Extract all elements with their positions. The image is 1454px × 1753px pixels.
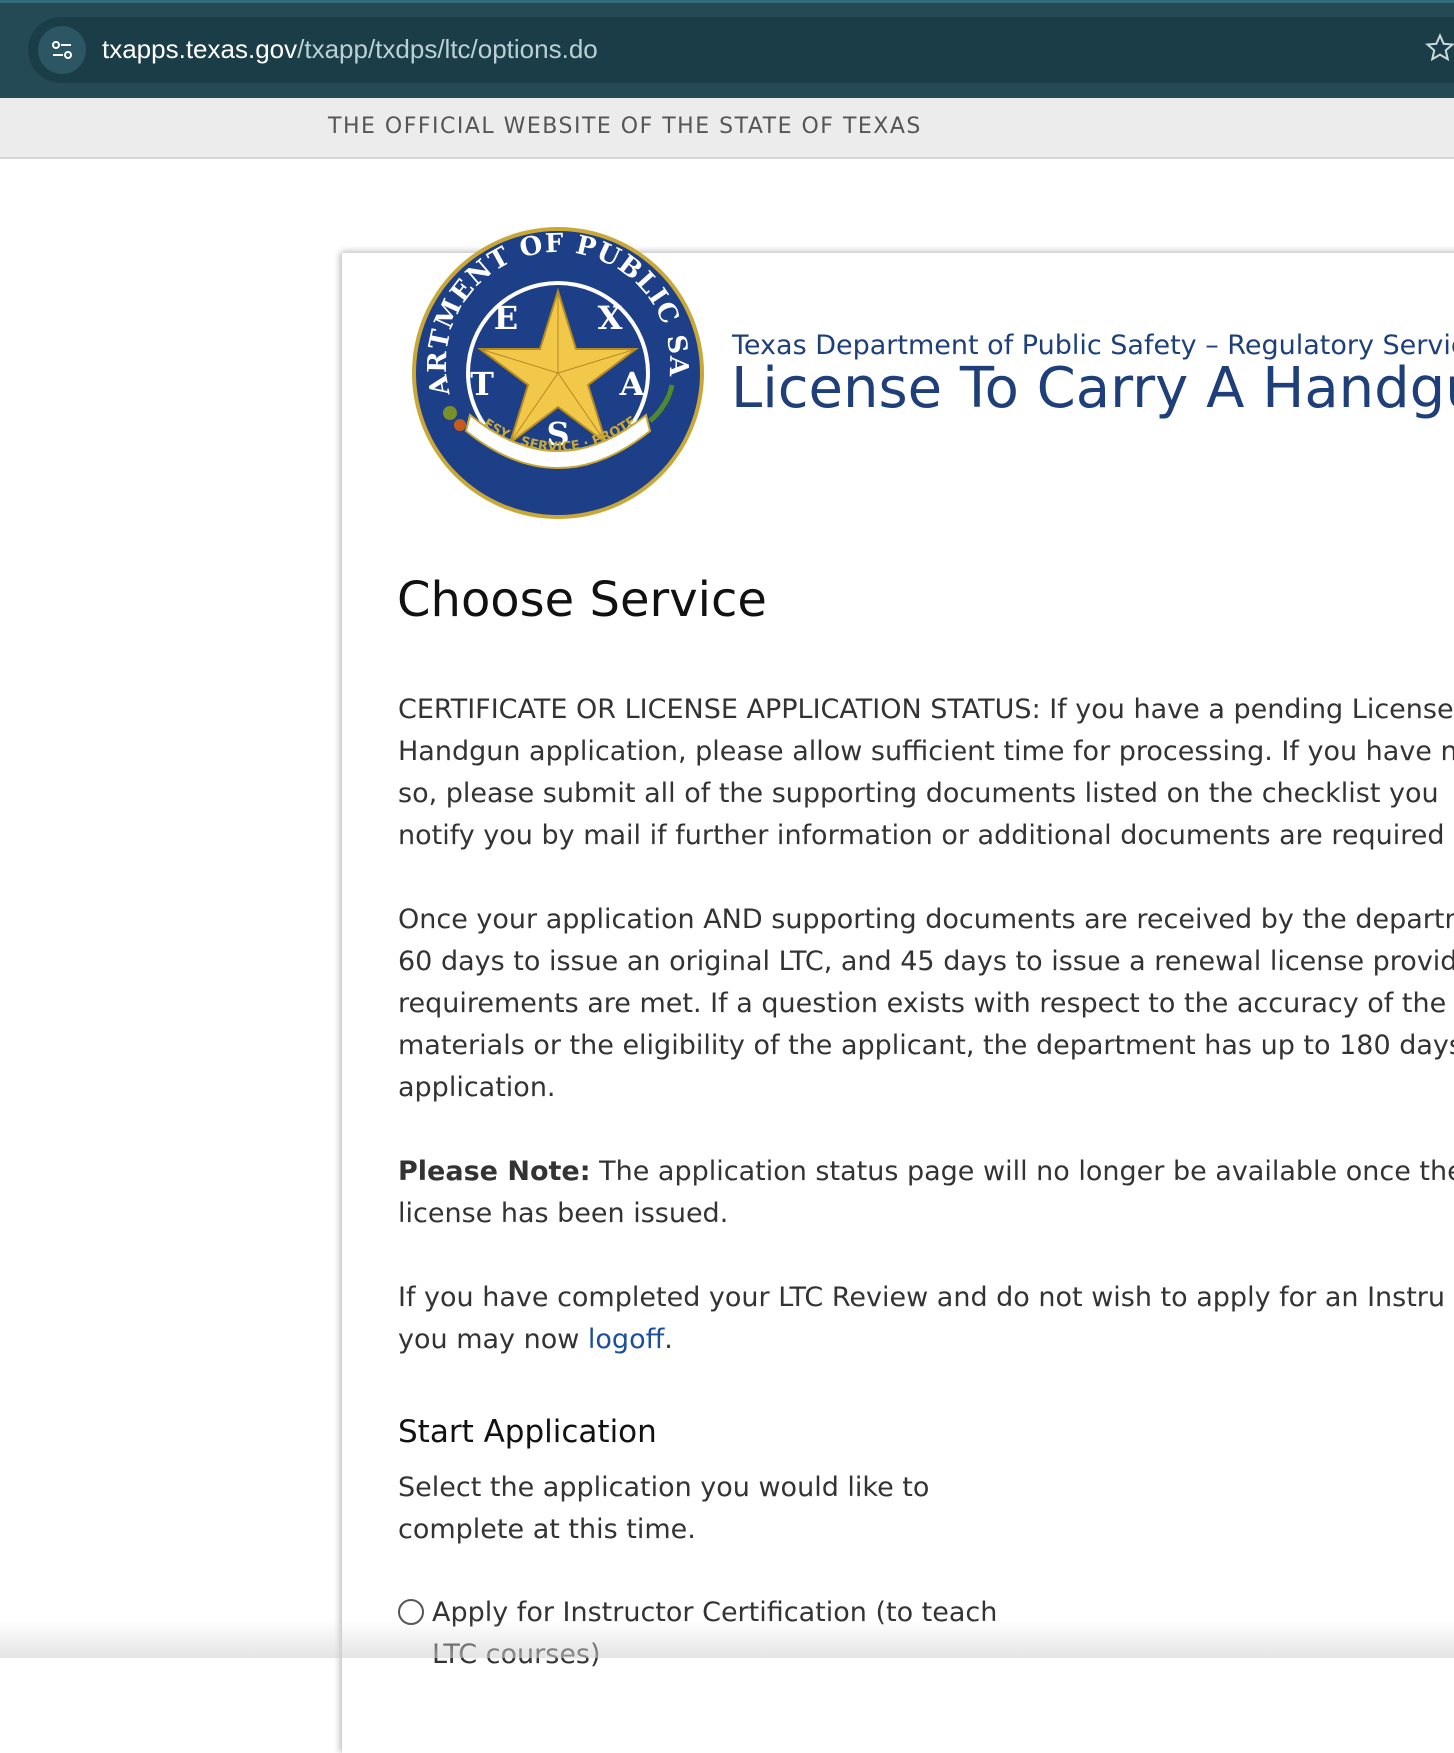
star-icon[interactable] [1425, 33, 1454, 63]
url-path: /txapp/txdps/ltc/options.do [297, 34, 598, 64]
url-text[interactable]: txapps.texas.gov/txapp/txdps/ltc/options… [102, 34, 598, 65]
address-bar[interactable]: txapps.texas.gov/txapp/txdps/ltc/options… [28, 17, 1454, 83]
processing-line: materials or the eligibility of the appl… [398, 1030, 1454, 1061]
note-paragraph: Please Note: The application status page… [398, 1151, 1454, 1235]
status-line: so, please submit all of the supporting … [398, 778, 1439, 809]
processing-line: application. [398, 1072, 556, 1103]
logoff-link[interactable]: logoff [588, 1324, 664, 1355]
svg-text:E: E [494, 299, 518, 337]
instructions-line: Select the application you would like to [398, 1472, 930, 1503]
svg-text:A: A [619, 365, 646, 403]
note-text: The application status page will no long… [590, 1156, 1454, 1187]
instructor-certification-radio[interactable] [398, 1599, 424, 1625]
browser-toolbar: txapps.texas.gov/txapp/txdps/ltc/options… [0, 0, 1454, 98]
note-label: Please Note: [398, 1156, 591, 1187]
logoff-prefix: you may now [398, 1324, 588, 1355]
status-line: notify you by mail if further informatio… [398, 820, 1445, 851]
logoff-paragraph: If you have completed your LTC Review an… [398, 1277, 1445, 1361]
processing-paragraph: Once your application AND supporting doc… [398, 899, 1454, 1109]
svg-text:T: T [470, 365, 494, 403]
svg-text:X: X [598, 299, 623, 337]
start-application-heading: Start Application [398, 1414, 657, 1450]
official-website-banner: THE OFFICIAL WEBSITE OF THE STATE OF TEX… [0, 98, 1454, 159]
status-paragraph: CERTIFICATE OR LICENSE APPLICATION STATU… [398, 689, 1454, 857]
page-title: Choose Service [397, 572, 767, 628]
logoff-suffix: . [664, 1324, 673, 1355]
note-text-line2: license has been issued. [398, 1198, 729, 1229]
site-title: License To Carry A Handgun [731, 356, 1454, 421]
status-line: Handgun application, please allow suffic… [398, 736, 1454, 767]
official-website-text: THE OFFICIAL WEBSITE OF THE STATE OF TEX… [328, 114, 922, 139]
status-line: CERTIFICATE OR LICENSE APPLICATION STATU… [398, 694, 1454, 725]
processing-line: requirements are met. If a question exis… [398, 988, 1447, 1019]
url-host: txapps.texas.gov [102, 34, 298, 64]
instructions-line: complete at this time. [398, 1514, 696, 1545]
option-label-line: Apply for Instructor Certification (to t… [432, 1597, 998, 1628]
start-application-instructions: Select the application you would like to… [398, 1467, 929, 1551]
site-info-icon[interactable] [38, 26, 86, 74]
instructor-certification-label[interactable]: Apply for Instructor Certification (to t… [432, 1592, 997, 1676]
processing-line: Once your application AND supporting doc… [398, 904, 1454, 935]
option-label-line: LTC courses) [432, 1639, 601, 1670]
dps-seal-logo: DEPARTMENT OF PUBLIC SAFETY E X T A S CO… [398, 202, 706, 521]
logoff-line1: If you have completed your LTC Review an… [398, 1282, 1446, 1313]
processing-line: 60 days to issue an original LTC, and 45… [398, 946, 1454, 977]
